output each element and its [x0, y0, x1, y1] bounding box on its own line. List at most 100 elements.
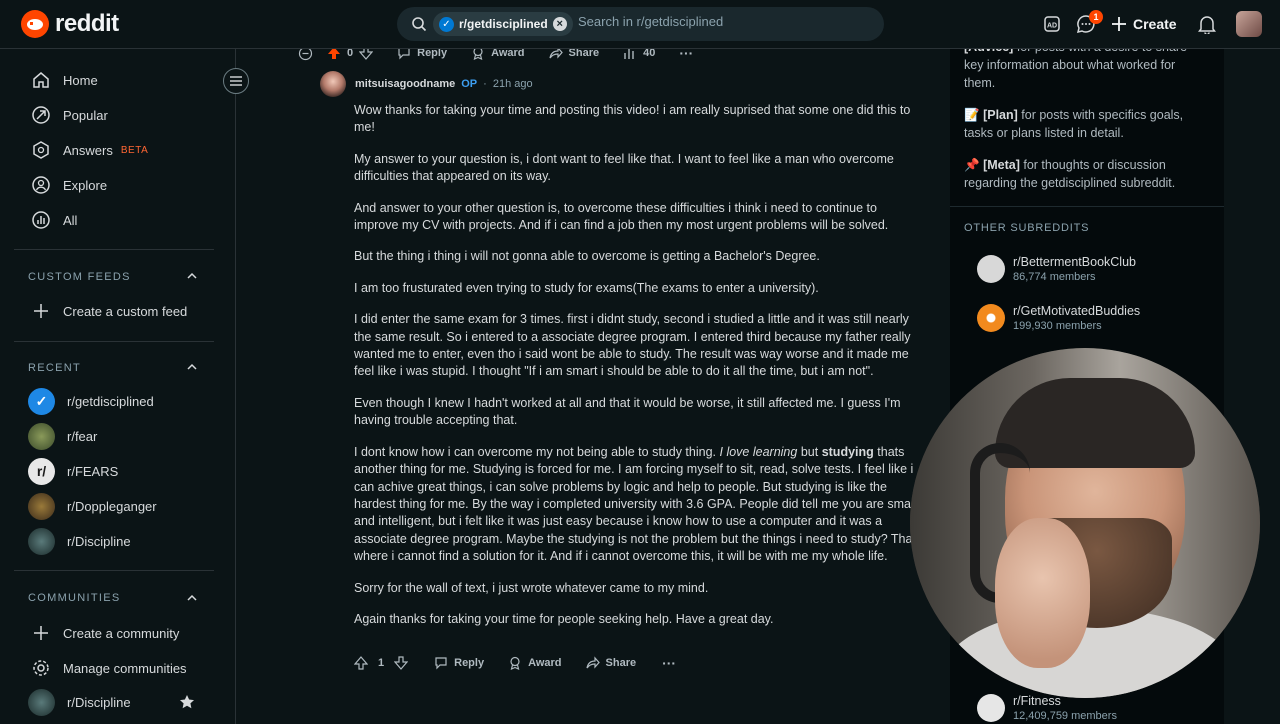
subreddit-name: r/BettermentBookClub [1013, 255, 1136, 269]
member-count: 199,930 members [1013, 320, 1102, 332]
advertise-icon: AD [1044, 16, 1060, 32]
left-sidebar: Home Popular Answers BETA Explore All CU… [0, 49, 236, 724]
webcam-overlay [910, 348, 1260, 698]
user-avatar[interactable] [1236, 11, 1262, 37]
top-header: reddit ✓ r/getdisciplined × AD 1 Create [0, 0, 1280, 49]
recent-item-discipline[interactable]: r/Discipline [28, 527, 131, 555]
recent-item-fears[interactable]: r/ r/FEARS [28, 457, 119, 485]
chevron-up-icon[interactable] [185, 591, 199, 605]
comment-paragraph: And answer to your other question is, to… [354, 200, 889, 233]
more-options-icon[interactable]: ··· [662, 655, 676, 671]
chevron-up-icon[interactable] [185, 269, 199, 283]
subreddit-item[interactable]: r/GetMotivatedBuddies 199,930 members [977, 304, 1140, 332]
gear-icon [33, 660, 49, 676]
subreddit-item[interactable]: r/BettermentBookClub 86,774 members [977, 255, 1136, 283]
text-run: thats another thing for me. Studying is … [354, 444, 923, 564]
comment-time: 21h ago [492, 78, 533, 90]
plus-icon [34, 626, 48, 640]
flair-label: [Plan] [983, 108, 1018, 122]
comment-paragraph: Even though I knew I hadn't worked at al… [354, 395, 901, 428]
downvote-icon[interactable] [394, 656, 409, 670]
recent-item-fear[interactable]: r/fear [28, 422, 98, 450]
commenter-avatar[interactable] [320, 71, 346, 97]
upvote-icon[interactable] [354, 656, 368, 670]
community-item-discipline[interactable]: r/Discipline [28, 688, 131, 716]
share-icon [585, 656, 600, 669]
fears-avatar: r/ [28, 457, 55, 485]
webcam-person-hand [995, 518, 1090, 668]
plus-icon [1112, 17, 1126, 31]
recent-item-doppleganger[interactable]: r/Doppleganger [28, 492, 157, 520]
create-custom-feed-label: Create a custom feed [63, 303, 188, 319]
search-scope-label: r/getdisciplined [459, 17, 548, 31]
comment-paragraph: But the thing i thing i will not gonna a… [354, 249, 820, 264]
nav-label: Home [63, 72, 98, 88]
recent-item-getdisciplined[interactable]: ✓ r/getdisciplined [28, 387, 154, 415]
reply-button[interactable]: Reply [434, 656, 484, 670]
create-community-label: Create a community [63, 625, 180, 641]
comment-paragraph: I did enter the same exam for 3 times. f… [354, 312, 911, 379]
explore-icon [32, 176, 50, 194]
nav-label: Popular [63, 107, 108, 123]
recent-heading[interactable]: RECENT [28, 362, 81, 374]
recent-label: r/getdisciplined [67, 393, 154, 409]
manage-communities[interactable]: Manage communities [31, 656, 187, 680]
all-icon [32, 211, 50, 229]
reddit-logo-icon [21, 10, 49, 38]
award-button[interactable]: Award [508, 656, 562, 670]
nav-home[interactable]: Home [31, 68, 98, 92]
beta-badge: BETA [120, 144, 149, 156]
collapse-sidebar-button[interactable] [223, 68, 249, 94]
separator-dot: · [483, 78, 487, 90]
reddit-logo[interactable]: reddit [21, 10, 119, 38]
nav-answers[interactable]: Answers BETA [31, 138, 148, 162]
notifications-button[interactable] [1195, 12, 1219, 36]
comment-paragraph: Again thanks for taking your time for pe… [354, 611, 774, 626]
create-button[interactable]: Create [1111, 11, 1177, 37]
search-input[interactable] [578, 14, 868, 29]
discipline-avatar [28, 688, 55, 716]
comment-paragraph: Sorry for the wall of text, i just wrote… [354, 580, 709, 595]
create-custom-feed[interactable]: Create a custom feed [31, 299, 187, 323]
sidebar-divider [14, 249, 214, 250]
nav-all[interactable]: All [31, 208, 77, 232]
community-label: r/Discipline [67, 694, 131, 710]
nav-explore[interactable]: Explore [31, 173, 107, 197]
recent-label: r/fear [67, 428, 98, 444]
create-community[interactable]: Create a community [31, 621, 179, 645]
plus-icon [34, 304, 48, 318]
share-button[interactable]: Share [585, 656, 636, 670]
clear-scope-icon[interactable]: × [552, 17, 567, 31]
award-label: Award [528, 657, 562, 669]
vote-group: 1 [354, 656, 409, 670]
custom-feeds-heading[interactable]: CUSTOM FEEDS [28, 271, 131, 283]
subreddit-name: r/GetMotivatedBuddies [1013, 304, 1141, 318]
comment-author[interactable]: mitsuisagoodname [355, 78, 455, 90]
star-icon[interactable] [179, 694, 195, 710]
flair-meta: 📌 [Meta] for thoughts or discussion rega… [964, 156, 1209, 192]
search-scope-chip[interactable]: ✓ r/getdisciplined × [433, 12, 573, 36]
advertise-button[interactable]: AD [1040, 12, 1064, 36]
reply-icon [435, 657, 447, 670]
home-icon [33, 72, 49, 88]
communities-heading[interactable]: COMMUNITIES [28, 592, 121, 604]
text-run: I dont know how i can overcome my not be… [354, 444, 717, 459]
chevron-up-icon[interactable] [185, 360, 199, 374]
chat-badge: 1 [1089, 10, 1103, 24]
comment-paragraph: Wow thanks for taking your time and post… [354, 103, 911, 135]
comment-body: Wow thanks for taking your time and post… [354, 102, 924, 642]
nav-popular[interactable]: Popular [31, 103, 108, 127]
menu-icon [230, 76, 242, 86]
nav-label: Answers [63, 142, 113, 158]
italic-text: I love learning [719, 444, 798, 459]
bell-icon [1198, 16, 1216, 34]
sidebar-divider [14, 570, 214, 571]
recent-label: r/FEARS [67, 463, 119, 479]
other-subreddits-heading: OTHER SUBREDDITS [964, 222, 1090, 234]
comment-paragraph: I dont know how i can overcome my not be… [354, 444, 924, 566]
discipline-avatar [28, 527, 55, 555]
sidebar-divider [14, 341, 214, 342]
sidebar-divider [950, 206, 1224, 207]
flair-label: [Meta] [983, 158, 1020, 172]
subreddit-item[interactable]: r/Fitness 12,409,759 members [977, 694, 1117, 722]
